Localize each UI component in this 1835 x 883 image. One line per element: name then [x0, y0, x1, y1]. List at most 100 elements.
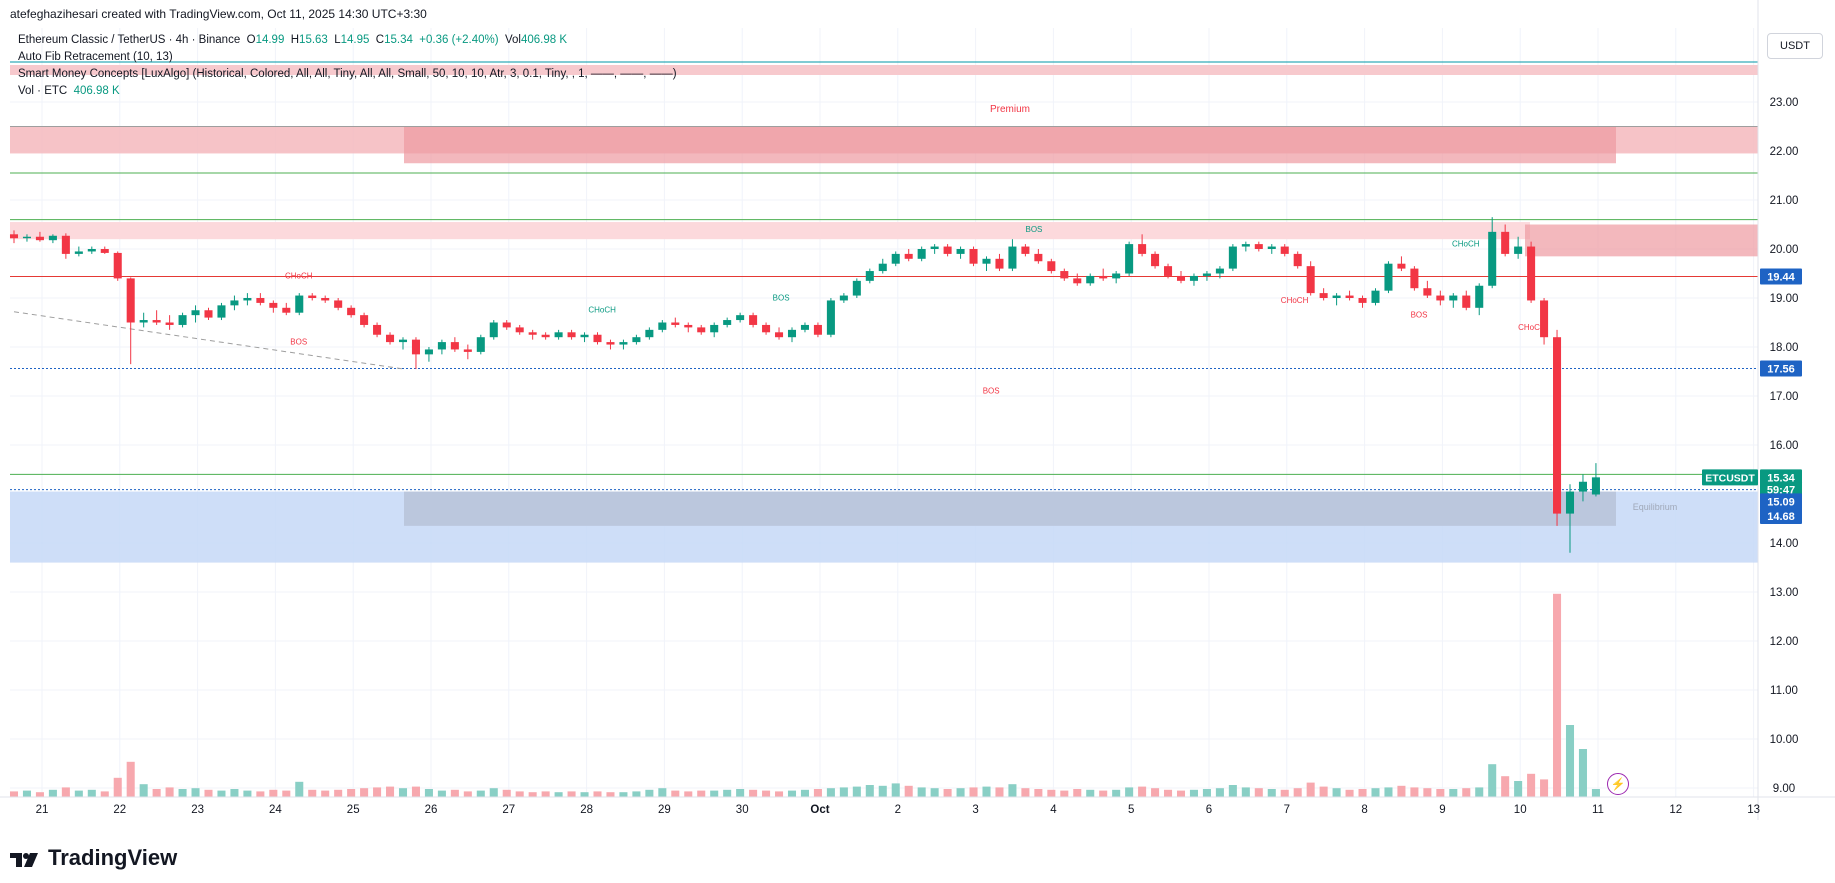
volume-bar — [1332, 788, 1341, 797]
candle-body — [152, 320, 161, 323]
candle-body — [775, 332, 784, 338]
volume-bar — [178, 789, 187, 797]
volume-bar — [295, 781, 304, 797]
candle-body — [191, 310, 200, 316]
candle-body — [826, 300, 835, 335]
volume-bar — [1228, 785, 1237, 797]
candle-body — [852, 280, 861, 296]
flash-icon[interactable]: ⚡ — [1607, 773, 1629, 795]
volume-bar — [606, 792, 615, 797]
candle-body — [476, 337, 485, 352]
volume-bar — [1397, 785, 1406, 797]
indicator-smc-legend[interactable]: Smart Money Concepts [LuxAlgo] (Historic… — [18, 68, 677, 80]
candle-body — [1565, 491, 1575, 514]
candle-body — [126, 278, 135, 323]
volume-bar — [852, 786, 861, 797]
currency-button[interactable]: USDT — [1767, 33, 1823, 59]
symbol-legend[interactable]: Ethereum Classic / TetherUS · 4h · Binan… — [18, 34, 567, 46]
volume-bar — [917, 787, 926, 797]
candle-body — [1215, 268, 1224, 274]
candle-body — [645, 329, 654, 338]
candle-body — [528, 332, 537, 335]
candle-body — [1164, 266, 1173, 276]
volume-bar — [1125, 787, 1134, 797]
volume-bar — [334, 789, 343, 797]
candle-body — [217, 305, 226, 318]
candle-body — [1527, 246, 1536, 301]
price-label-text: 17.56 — [1767, 364, 1795, 376]
indicator-fib-legend[interactable]: Auto Fib Retracement (10, 13) — [18, 51, 173, 63]
volume-bar — [1073, 789, 1082, 797]
symbol-tag: ETCUSDT — [1705, 472, 1755, 484]
volume-bar — [1241, 787, 1250, 797]
candle-body — [1462, 295, 1471, 308]
candle-body — [1371, 290, 1380, 303]
volume-bar — [1254, 788, 1263, 797]
y-tick-label: 21.00 — [1770, 195, 1799, 207]
brand-name: TradingView — [48, 845, 178, 870]
candle-body — [139, 320, 148, 323]
volume-bar — [826, 788, 835, 797]
volume-bar — [1034, 789, 1043, 797]
volume-bar — [1008, 784, 1017, 797]
candle-body — [1358, 298, 1367, 303]
volume-bar — [930, 788, 939, 797]
candle-body — [1345, 295, 1354, 298]
candle-body — [982, 258, 991, 264]
volume-bar — [61, 787, 70, 797]
volume-bar — [697, 790, 706, 797]
volume-bar — [593, 791, 602, 797]
volume-bar — [956, 788, 965, 797]
tradingview-logo[interactable]: TradingView — [10, 845, 177, 871]
volume-bar — [360, 788, 369, 797]
y-tick-label: 20.00 — [1770, 244, 1799, 256]
y-tick-label: 17.00 — [1770, 391, 1799, 403]
candle-body — [1475, 285, 1484, 308]
candle-body — [295, 295, 304, 313]
volume-bar — [528, 792, 537, 797]
volume-bar — [1488, 764, 1497, 797]
candlestick-chart[interactable]: BOS BOS CHoCH CHoCH CHoCH BOS CHoCH BOS BOS CHoCH… — [0, 0, 1835, 883]
candle-body — [787, 329, 797, 338]
y-tick-label: 18.00 — [1770, 342, 1799, 354]
volume-bar — [204, 789, 213, 797]
indicator-volume-legend[interactable]: Vol · ETC 406.98 K — [18, 85, 120, 97]
volume-bar — [256, 791, 265, 797]
volume-bar — [995, 787, 1004, 797]
structure-label: CHoCH — [1281, 296, 1309, 305]
candle-body — [74, 251, 83, 254]
candle-body — [100, 249, 109, 253]
candle-body — [839, 295, 848, 301]
y-tick-label: 16.00 — [1770, 440, 1799, 452]
volume-bar — [282, 790, 291, 797]
x-tick-label: 22 — [113, 804, 126, 816]
candle-body — [230, 300, 239, 306]
volume-bar — [580, 792, 589, 797]
candle-body — [1047, 261, 1056, 272]
x-tick-label: 30 — [736, 804, 749, 816]
candle-body — [878, 263, 887, 272]
candle-body — [360, 315, 369, 325]
candle-body — [321, 298, 330, 301]
candle-body — [1591, 477, 1600, 495]
volume-bar — [1436, 789, 1445, 797]
volume-bar — [165, 787, 174, 797]
candle-body — [943, 246, 952, 254]
candle-body — [87, 249, 96, 252]
volume-bar — [800, 789, 809, 797]
x-tick-label: 5 — [1128, 804, 1134, 816]
volume-bar — [1578, 749, 1587, 797]
x-tick-label: 27 — [502, 804, 515, 816]
volume-bar — [1371, 788, 1380, 797]
volume-bar — [878, 785, 887, 797]
candle-body — [204, 310, 213, 318]
volume-bar — [100, 791, 109, 797]
y-tick-label: 11.00 — [1770, 685, 1798, 697]
structure-label: BOS — [1025, 225, 1042, 234]
volume-bar — [671, 790, 680, 797]
symbol-line[interactable]: Ethereum Classic / TetherUS · 4h · Binan… — [18, 34, 240, 46]
x-tick-label: 13 — [1747, 804, 1760, 816]
candle-body — [398, 339, 408, 343]
volume-bar — [489, 788, 498, 797]
candle-body — [1254, 244, 1263, 249]
